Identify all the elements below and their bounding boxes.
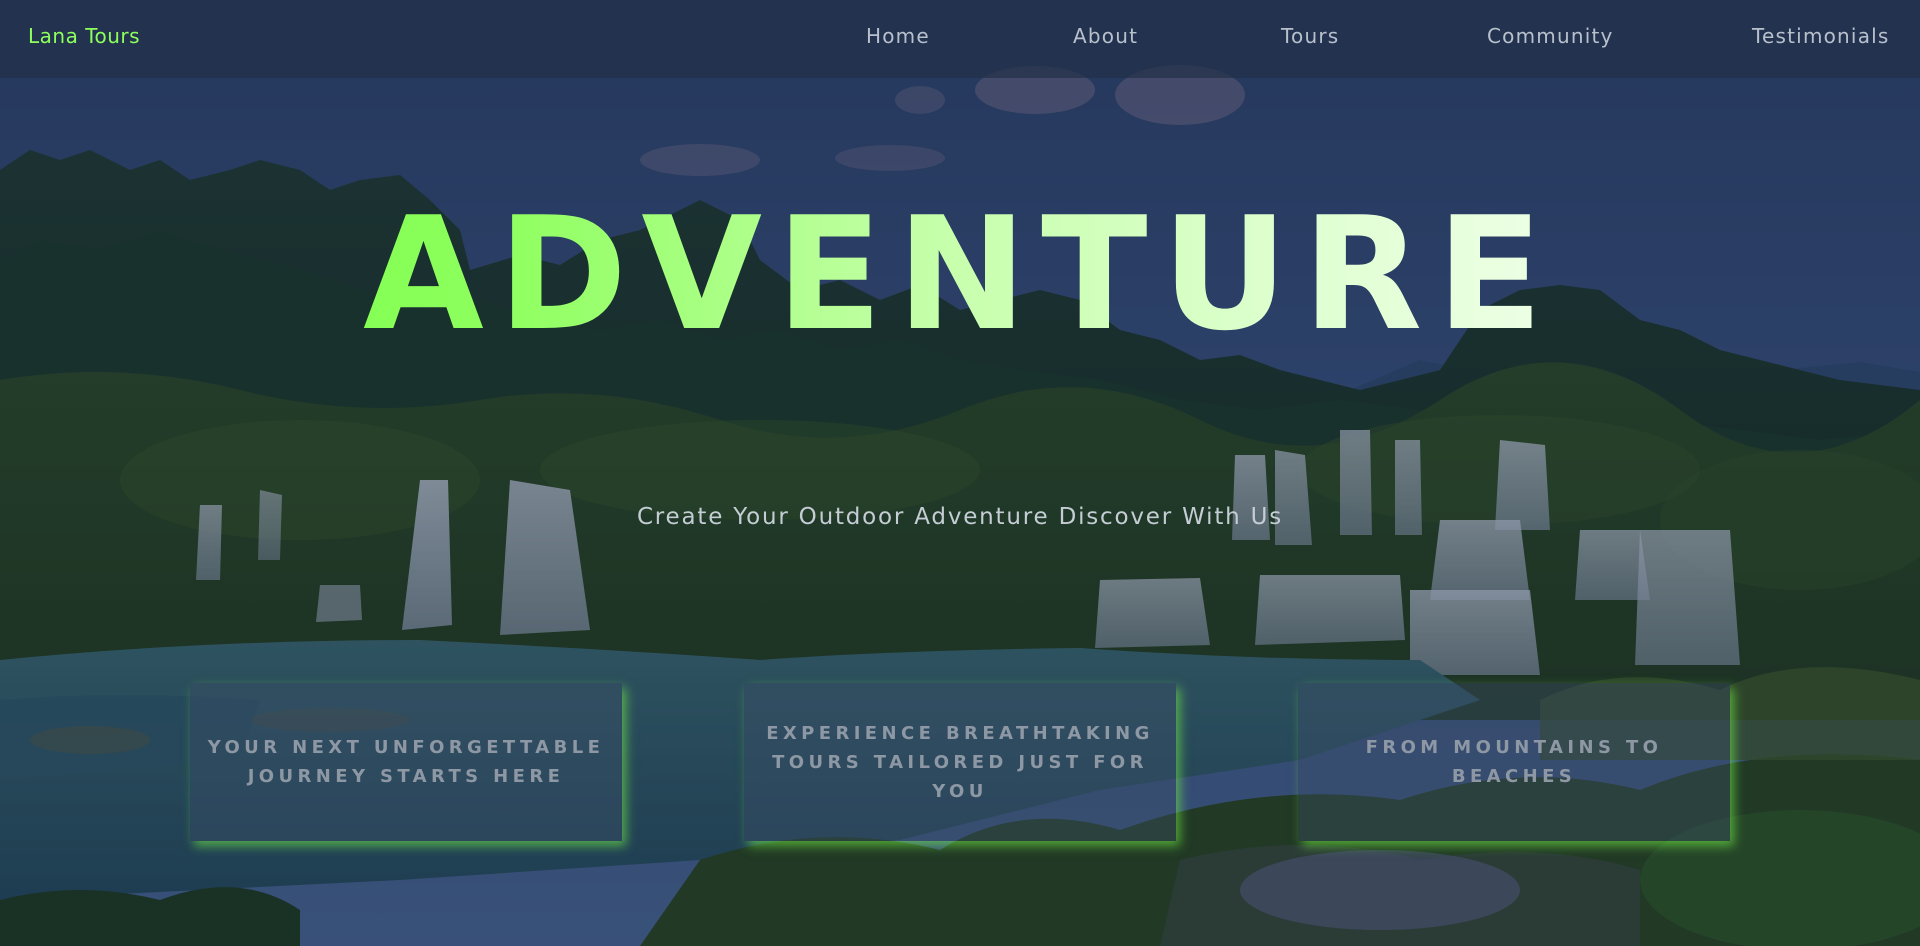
feature-card-text: FROM MOUNTAINS TO BEACHES <box>1365 737 1663 787</box>
nav-link-community[interactable]: Community <box>1487 24 1614 48</box>
feature-card: EXPERIENCE BREATHTAKING TOURS TAILORED J… <box>744 683 1176 841</box>
navbar: Lana Tours Home About Tours Community Te… <box>0 0 1920 78</box>
nav-link-about[interactable]: About <box>1073 24 1138 48</box>
nav-link-tours[interactable]: Tours <box>1281 24 1339 48</box>
feature-card: FROM MOUNTAINS TO BEACHES <box>1298 683 1730 841</box>
feature-card: YOUR NEXT UNFORGETTABLE JOURNEY STARTS H… <box>190 683 622 841</box>
page: Lana Tours Home About Tours Community Te… <box>0 0 1920 946</box>
hero-title: ADVENTURE <box>0 186 1920 362</box>
hero-subtitle: Create Your Outdoor Adventure Discover W… <box>636 504 1284 530</box>
nav-link-testimonials[interactable]: Testimonials <box>1752 24 1890 48</box>
feature-card-text: YOUR NEXT UNFORGETTABLE JOURNEY STARTS H… <box>207 737 605 787</box>
brand-logo-link[interactable]: Lana Tours <box>28 24 140 48</box>
feature-card-text: EXPERIENCE BREATHTAKING TOURS TAILORED J… <box>766 722 1154 802</box>
nav-link-home[interactable]: Home <box>866 24 930 48</box>
